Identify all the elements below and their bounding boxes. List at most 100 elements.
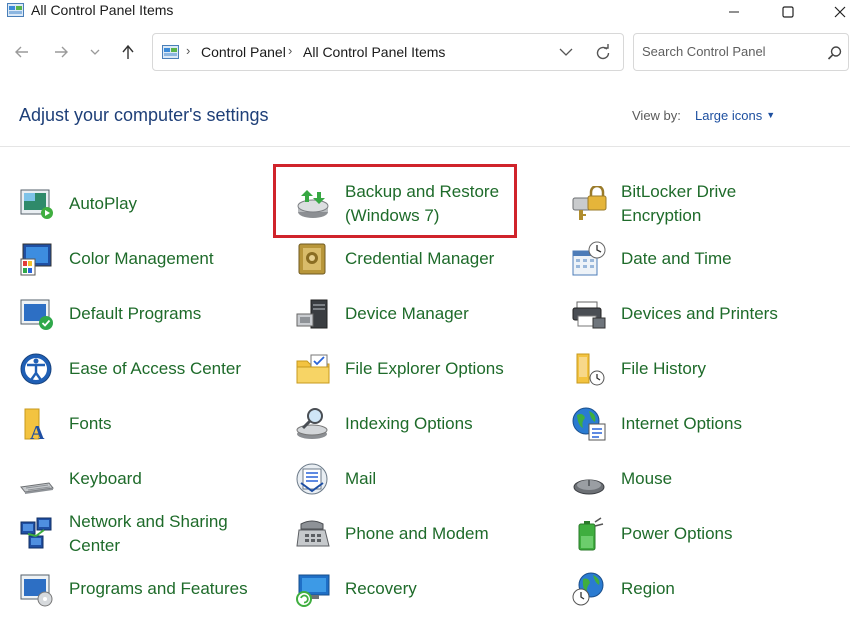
item-label: BitLocker Drive Encryption xyxy=(621,182,737,225)
item-region[interactable]: Region xyxy=(571,565,831,615)
fonts-icon: A xyxy=(24,408,45,442)
programs-features-icon xyxy=(20,574,53,607)
item-ease-of-access[interactable]: Ease of Access Center xyxy=(19,345,279,395)
forward-button[interactable] xyxy=(47,38,75,66)
item-programs-and-features[interactable]: Programs and Features xyxy=(19,565,279,615)
phone-modem-icon xyxy=(296,520,330,547)
item-label: File Explorer Options xyxy=(345,359,504,378)
back-button[interactable] xyxy=(8,38,36,66)
item-recovery[interactable]: Recovery xyxy=(295,565,555,615)
item-label: Indexing Options xyxy=(345,414,473,433)
search-box[interactable] xyxy=(633,33,849,71)
item-bitlocker[interactable]: BitLocker Drive Encryption xyxy=(571,180,831,230)
item-color-management[interactable]: Color Management xyxy=(19,235,279,285)
devices-printers-icon xyxy=(572,301,606,329)
item-file-explorer-options[interactable]: File Explorer Options xyxy=(295,345,555,395)
control-panel-icon xyxy=(162,45,179,59)
item-date-and-time[interactable]: Date and Time xyxy=(571,235,831,285)
internet-options-icon xyxy=(572,407,606,441)
default-programs-icon xyxy=(20,299,53,330)
navigation-bar: › Control Panel › All Control Panel Item… xyxy=(0,30,850,76)
svg-text:A: A xyxy=(30,422,45,442)
region-icon xyxy=(572,572,604,606)
maximize-button[interactable] xyxy=(765,0,811,24)
item-label: Programs and Features xyxy=(69,579,248,598)
item-mail[interactable]: Mail xyxy=(295,455,555,505)
arrow-left-icon xyxy=(15,46,28,58)
item-label: Mouse xyxy=(621,469,673,488)
minimize-button[interactable] xyxy=(711,0,757,24)
item-file-history[interactable]: File History xyxy=(571,345,831,395)
item-keyboard[interactable]: Keyboard xyxy=(19,455,279,505)
keyboard-icon xyxy=(20,482,54,494)
device-manager-icon xyxy=(296,299,328,329)
view-by-dropdown[interactable]: Large icons ▼ xyxy=(695,108,775,123)
power-options-icon xyxy=(578,517,604,551)
search-input[interactable] xyxy=(640,43,824,60)
chevron-down-icon xyxy=(90,49,100,55)
refresh-icon[interactable] xyxy=(593,43,613,63)
breadcrumb-control-panel[interactable]: Control Panel xyxy=(201,44,286,60)
item-network-and-sharing[interactable]: Network and Sharing Center xyxy=(19,510,279,560)
breadcrumb-separator: › xyxy=(288,43,293,58)
date-time-icon xyxy=(572,241,606,276)
title-bar: All Control Panel Items xyxy=(0,0,850,24)
item-label: Default Programs xyxy=(69,304,202,323)
ease-of-access-icon xyxy=(20,353,52,385)
item-device-manager[interactable]: Device Manager xyxy=(295,290,555,340)
item-label: Region xyxy=(621,579,675,598)
minimize-icon xyxy=(729,11,739,13)
item-fonts[interactable]: A Fonts xyxy=(19,400,279,450)
search-icon[interactable] xyxy=(827,45,843,61)
credential-manager-icon xyxy=(298,243,326,275)
color-management-icon xyxy=(20,243,52,276)
item-label: Devices and Printers xyxy=(621,304,778,323)
view-by-value: Large icons xyxy=(695,108,763,123)
page-title: Adjust your computer's settings xyxy=(19,105,269,125)
up-button[interactable] xyxy=(114,38,142,66)
file-explorer-options-icon xyxy=(296,354,330,384)
item-label: Internet Options xyxy=(621,414,742,433)
breadcrumb-separator: › xyxy=(186,43,191,58)
close-button[interactable] xyxy=(817,0,850,24)
item-label: Ease of Access Center xyxy=(69,359,241,378)
caret-down-icon: ▼ xyxy=(766,110,776,120)
breadcrumb-all-items[interactable]: All Control Panel Items xyxy=(303,44,445,60)
window-title: All Control Panel Items xyxy=(31,2,174,18)
control-panel-icon xyxy=(7,3,24,17)
item-label: Network and Sharing Center xyxy=(69,512,228,555)
item-autoplay[interactable]: AutoPlay xyxy=(19,180,279,230)
item-indexing-options[interactable]: Indexing Options xyxy=(295,400,555,450)
item-label: File History xyxy=(621,359,707,378)
item-credential-manager[interactable]: Credential Manager xyxy=(295,235,555,285)
view-by-label: View by: xyxy=(632,108,681,123)
item-phone-and-modem[interactable]: Phone and Modem xyxy=(295,510,555,560)
bitlocker-icon xyxy=(572,186,607,220)
item-default-programs[interactable]: Default Programs xyxy=(19,290,279,340)
autoplay-icon xyxy=(20,189,53,219)
item-label: Phone and Modem xyxy=(345,524,489,543)
file-history-icon xyxy=(576,353,605,386)
arrow-right-icon xyxy=(55,46,68,58)
item-devices-and-printers[interactable]: Devices and Printers xyxy=(571,290,831,340)
item-label: Recovery xyxy=(345,579,417,598)
address-bar[interactable]: › Control Panel › All Control Panel Item… xyxy=(152,33,624,71)
item-label: Power Options xyxy=(621,524,733,543)
item-label: AutoPlay xyxy=(69,194,138,213)
arrow-up-icon xyxy=(122,44,134,59)
item-mouse[interactable]: Mouse xyxy=(571,455,831,505)
divider xyxy=(0,146,850,147)
item-label: Date and Time xyxy=(621,249,732,268)
recent-locations-button[interactable] xyxy=(81,38,109,66)
recovery-icon xyxy=(296,574,330,607)
mail-icon xyxy=(296,463,328,495)
item-power-options[interactable]: Power Options xyxy=(571,510,831,560)
close-icon xyxy=(834,6,846,18)
maximize-icon xyxy=(782,6,794,18)
selection-highlight xyxy=(273,164,517,238)
item-label: Color Management xyxy=(69,249,214,268)
item-internet-options[interactable]: Internet Options xyxy=(571,400,831,450)
network-sharing-icon xyxy=(20,517,52,549)
chevron-down-icon[interactable] xyxy=(557,45,575,59)
mouse-icon xyxy=(573,479,605,495)
